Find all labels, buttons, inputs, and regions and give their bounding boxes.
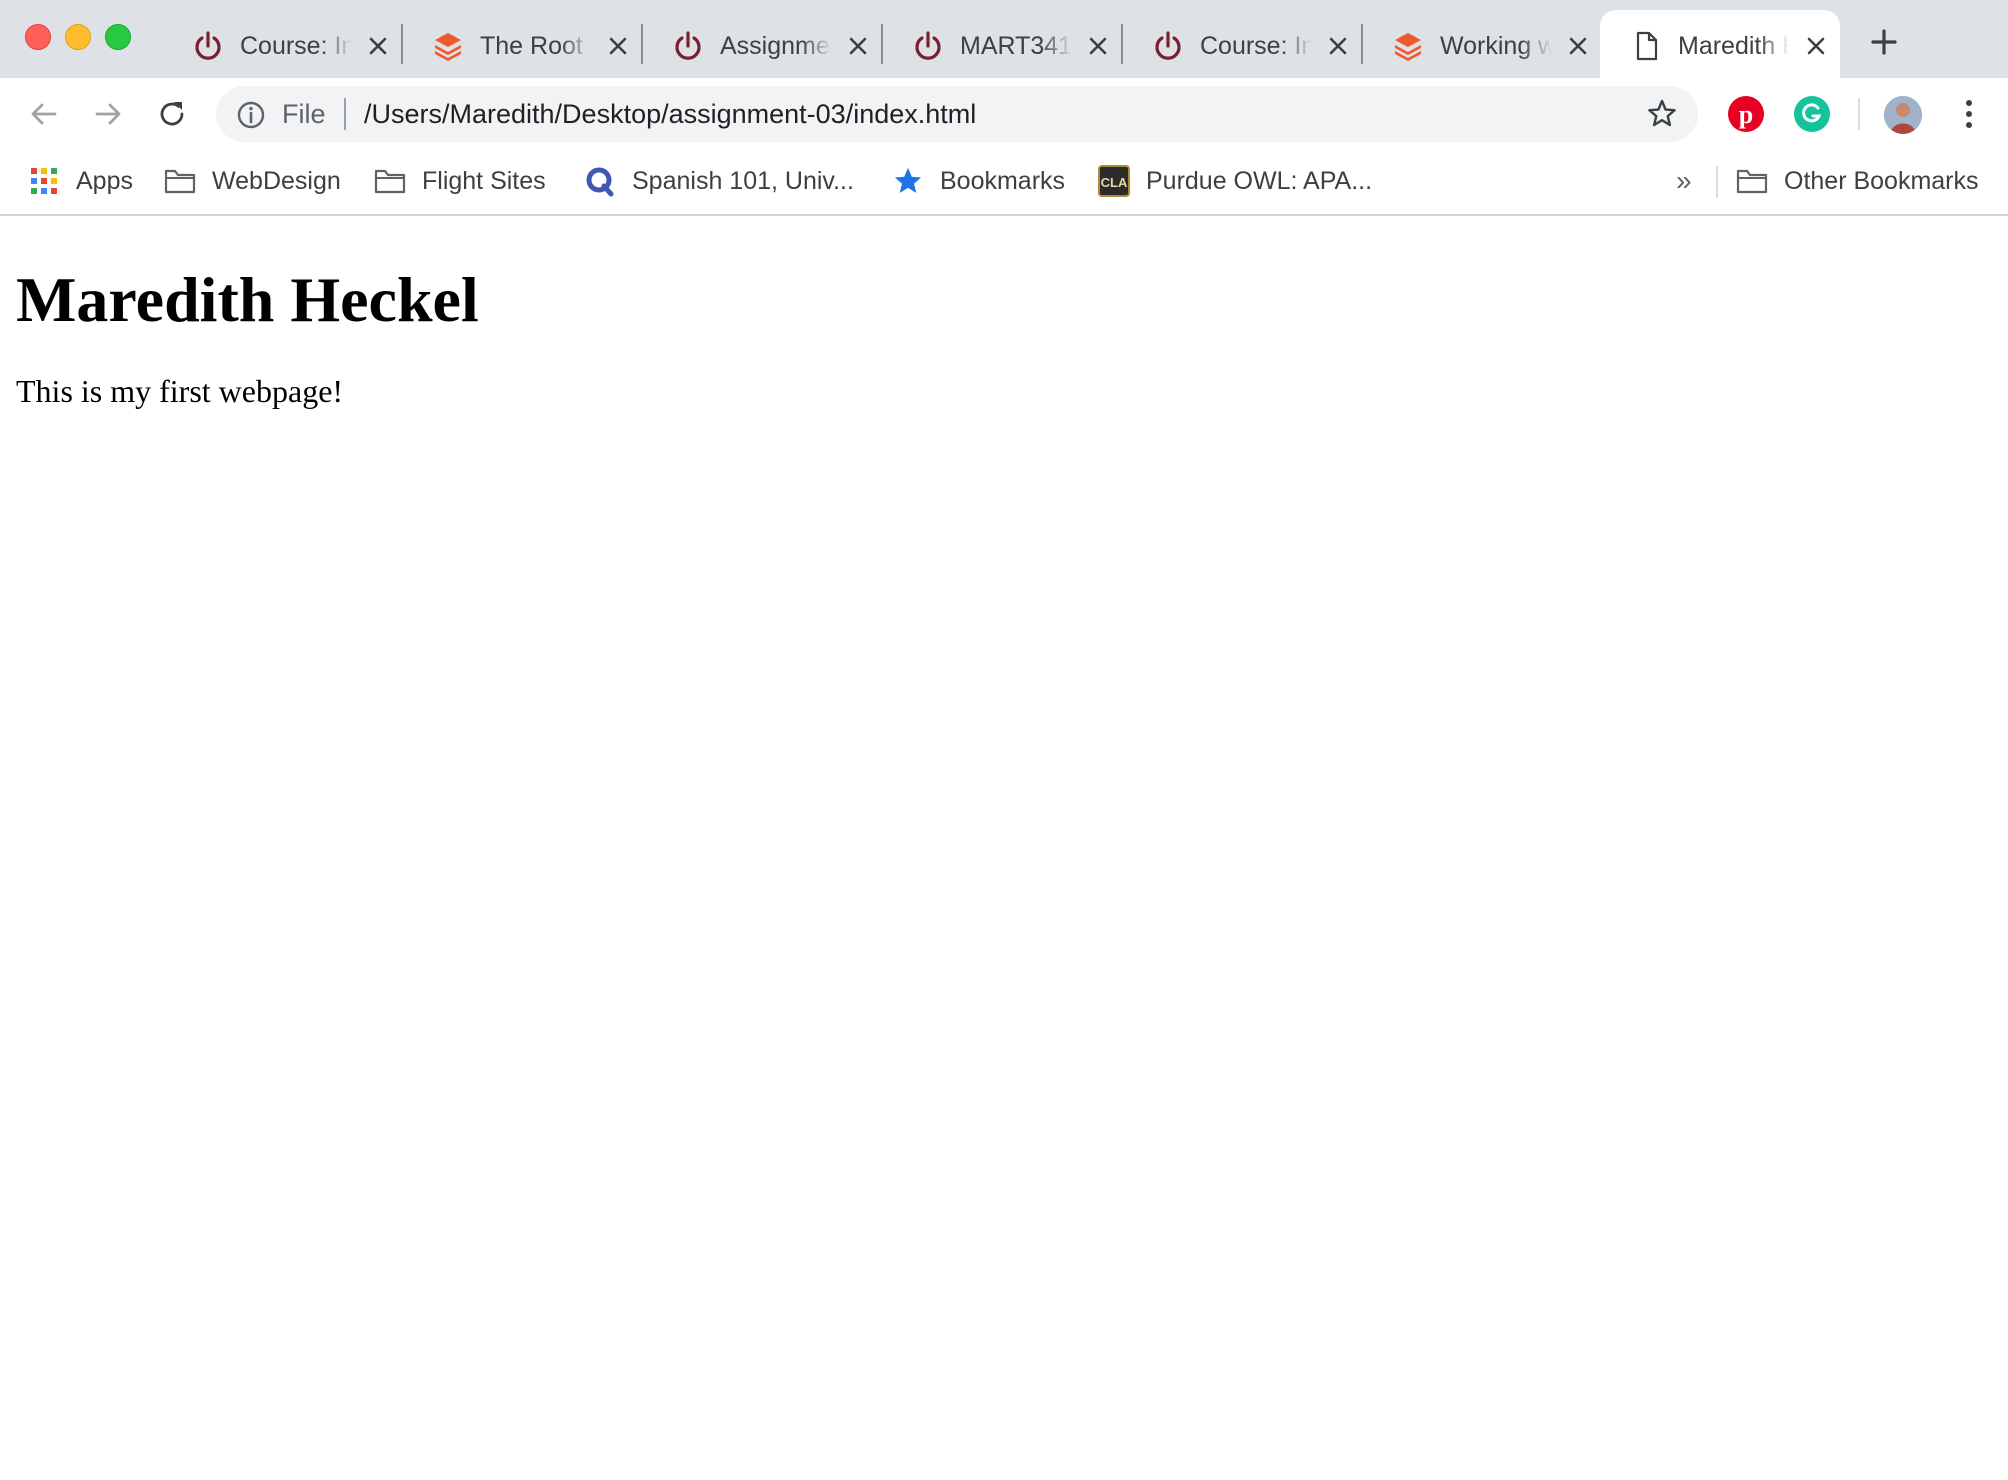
bookmarks-divider: [1716, 166, 1718, 198]
tab-strip: Course: Introduction The Root Folder Ass…: [0, 0, 2008, 78]
power-icon: [1155, 31, 1181, 60]
svg-text:CLA: CLA: [1101, 175, 1128, 190]
folder-icon: [374, 165, 406, 197]
folder-icon: [1736, 165, 1768, 197]
tab-close-icon[interactable]: [1800, 30, 1832, 62]
tab-working-with[interactable]: Working with: [1362, 10, 1602, 78]
quizlet-icon: [584, 165, 616, 197]
tab-title: Maredith Heckel: [1678, 32, 1790, 60]
document-icon: [1636, 31, 1658, 61]
bookmark-label: Apps: [76, 167, 133, 195]
tab-the-root-folder[interactable]: The Root Folder: [402, 10, 643, 78]
bookmark-folder-webdesign[interactable]: WebDesign: [164, 160, 341, 202]
bookmark-label: Purdue OWL: APA...: [1146, 167, 1373, 195]
page-content: Maredith Heckel This is my first webpage…: [0, 218, 2008, 1480]
tab-close-icon[interactable]: [1322, 30, 1354, 62]
address-divider: [344, 98, 346, 130]
tab-course-introduction-1[interactable]: Course: Introduction: [162, 10, 403, 78]
bookmarks-bar: Apps WebDesign Flight Sites Spanish 101,…: [0, 150, 2008, 216]
back-button[interactable]: [24, 94, 64, 134]
tab-title: Course: Introduction: [1200, 32, 1312, 60]
grammarly-extension-icon[interactable]: [1794, 96, 1830, 132]
window-close-button[interactable]: [25, 24, 51, 50]
tab-title: Working with: [1440, 32, 1552, 60]
tab-title: MART341: [960, 32, 1072, 60]
star-icon: [892, 165, 924, 197]
arrow-right-icon: [95, 103, 121, 125]
tab-maredith-heckel[interactable]: Maredith Heckel: [1600, 10, 1840, 78]
tab-close-icon[interactable]: [1082, 30, 1114, 62]
info-icon[interactable]: [236, 100, 266, 130]
folder-icon: [164, 165, 196, 197]
cla-icon: CLA: [1098, 165, 1130, 197]
bookmark-other-bookmarks[interactable]: Other Bookmarks: [1736, 160, 1979, 202]
bookmark-label: WebDesign: [212, 167, 341, 195]
bookmarks-overflow-button[interactable]: »: [1676, 164, 1692, 198]
bookmark-bookmarks[interactable]: Bookmarks: [892, 160, 1065, 202]
reload-icon: [160, 102, 184, 126]
tab-mart341[interactable]: MART341: [882, 10, 1123, 78]
plus-icon: [1871, 29, 1897, 55]
browser-toolbar: File /Users/Maredith/Desktop/assignment-…: [0, 78, 2008, 150]
reload-button[interactable]: [152, 94, 192, 134]
bookmark-folder-flight-sites[interactable]: Flight Sites: [374, 160, 546, 202]
tab-close-icon[interactable]: [362, 30, 394, 62]
layers-icon: [435, 33, 461, 61]
url-scheme-label: File: [282, 99, 326, 129]
layers-icon: [1395, 33, 1421, 61]
tab-assignment[interactable]: Assignment: [642, 10, 883, 78]
bookmark-spanish-101[interactable]: Spanish 101, Univ...: [584, 160, 854, 202]
bookmark-purdue-owl[interactable]: CLA Purdue OWL: APA...: [1098, 160, 1372, 202]
bookmark-apps[interactable]: Apps: [28, 160, 133, 202]
toolbar-divider: [1858, 98, 1860, 130]
bookmark-label: Spanish 101, Univ...: [632, 167, 854, 195]
tab-title: The Root Folder: [480, 32, 592, 60]
page-paragraph: This is my first webpage!: [16, 373, 344, 409]
window-minimize-button[interactable]: [65, 24, 91, 50]
page-heading: Maredith Heckel: [16, 264, 479, 335]
power-icon: [915, 31, 941, 60]
bookmark-label: Flight Sites: [422, 167, 546, 195]
pinterest-extension-icon[interactable]: p: [1728, 96, 1764, 132]
new-tab-button[interactable]: [1866, 24, 1902, 60]
url-text[interactable]: /Users/Maredith/Desktop/assignment-03/in…: [364, 96, 976, 132]
bookmark-label: Bookmarks: [940, 167, 1066, 195]
arrow-left-icon: [31, 103, 57, 125]
tab-title: Assignment: [720, 32, 832, 60]
tab-close-icon[interactable]: [602, 30, 634, 62]
svg-text:p: p: [1739, 100, 1753, 129]
forward-button[interactable]: [88, 94, 128, 134]
tab-close-icon[interactable]: [842, 30, 874, 62]
apps-grid-icon: [28, 165, 60, 197]
tab-course-introduction-2[interactable]: Course: Introduction: [1122, 10, 1363, 78]
tab-close-icon[interactable]: [1562, 30, 1594, 62]
tab-title: Course: Introduction: [240, 32, 352, 60]
window-zoom-button[interactable]: [105, 24, 131, 50]
address-bar[interactable]: File /Users/Maredith/Desktop/assignment-…: [216, 86, 1698, 142]
profile-avatar[interactable]: [1884, 96, 1922, 134]
power-icon: [675, 31, 701, 60]
more-menu-icon[interactable]: [1954, 96, 1984, 132]
bookmark-star-icon[interactable]: [1646, 98, 1678, 130]
bookmark-label: Other Bookmarks: [1784, 167, 1979, 195]
power-icon: [195, 31, 221, 60]
